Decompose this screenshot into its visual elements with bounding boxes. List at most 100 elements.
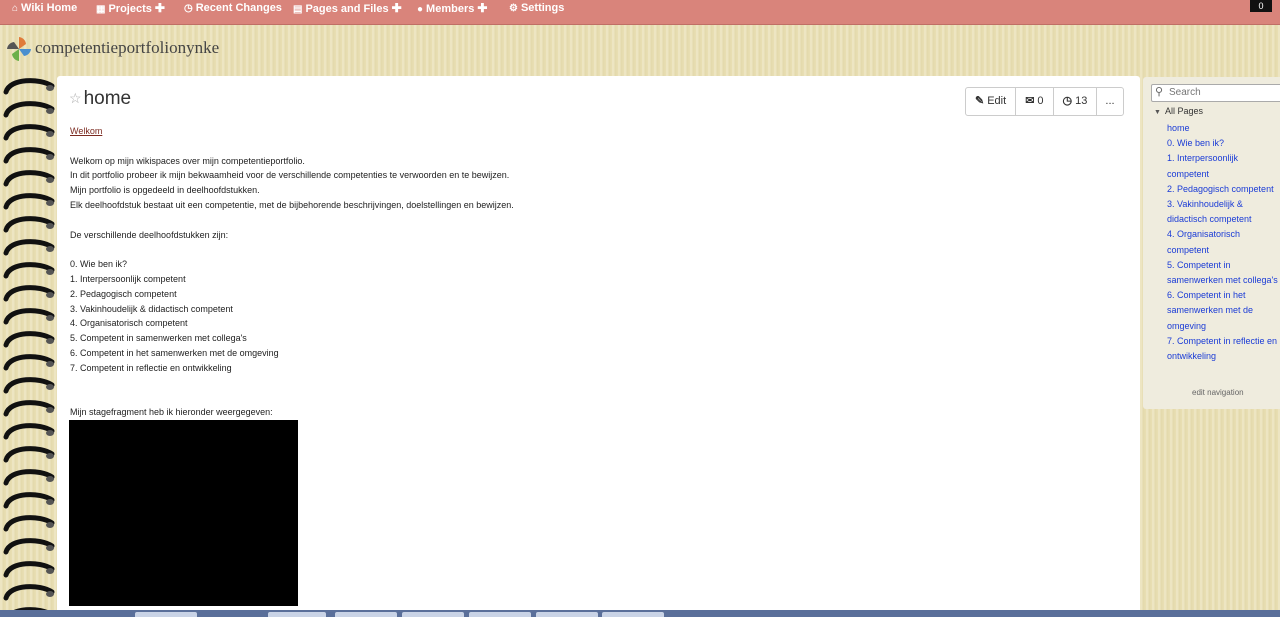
edit-label: Edit [987, 95, 1007, 107]
main-page: ☆ home ✎ Edit ✉ 0 ◷ 13 ... Welkom Welkom op … [57, 76, 1140, 617]
spiral-hole [46, 292, 54, 298]
chapter-item: 2. Pedagogisch competent [70, 288, 177, 299]
triangle-down-icon: ▼ [1154, 109, 1161, 116]
spiral-hole [46, 315, 54, 321]
page-content: Welkom Welkom op mijn wikispaces over mi… [70, 124, 1120, 420]
chapter-item: 1. Interpersoonlijk competent [70, 273, 186, 284]
search-box: ⚲ [1151, 84, 1280, 102]
sidebar-item-vakinhoudelijk[interactable]: 3. Vakinhoudelijk & didactisch competent [1167, 197, 1280, 227]
spiral-hole [46, 223, 54, 229]
spiral-ring [3, 492, 55, 509]
nav-label: Settings [520, 2, 565, 14]
page-title: ☆ home [69, 88, 131, 110]
spiral-hole [46, 499, 54, 505]
spiral-ring [3, 101, 55, 118]
spiral-hole [46, 430, 54, 436]
spiral-hole [46, 545, 54, 551]
taskbar-button[interactable] [469, 612, 531, 617]
video-embed[interactable] [69, 420, 298, 606]
taskbar-button[interactable] [602, 612, 664, 617]
user-icon: ● [417, 4, 424, 15]
nav-recent-changes[interactable]: ◷ Recent Changes [184, 0, 282, 16]
spiral-ring [3, 584, 55, 601]
spiral-ring [3, 147, 55, 164]
history-button[interactable]: ◷ 13 [1054, 88, 1098, 115]
chapter-item: 5. Competent in samenwerken met collega'… [70, 333, 247, 344]
nav-settings[interactable]: ⚙ Settings [509, 0, 564, 16]
spiral-ring [3, 193, 55, 210]
nav-projects[interactable]: ▦ Projects ✚ [96, 0, 165, 16]
search-icon: ⚲ [1155, 86, 1164, 98]
spiral-hole [46, 177, 54, 183]
nav-label: Recent Changes [195, 2, 282, 14]
edit-button[interactable]: ✎ Edit [966, 88, 1017, 115]
spiral-ring [3, 308, 55, 325]
welkom-link[interactable]: Welkom [70, 126, 102, 136]
spiral-hole [46, 568, 54, 574]
pencil-icon: ✎ [975, 95, 985, 107]
site-title[interactable]: competentieportfolionynke [35, 38, 219, 58]
taskbar-button[interactable] [268, 612, 326, 617]
taskbar-button[interactable] [402, 612, 464, 617]
spiral-ring [3, 262, 55, 279]
spiral-hole [46, 522, 54, 528]
spiral-hole [46, 246, 54, 252]
chapter-item: 4. Organisatorisch competent [70, 318, 188, 329]
spiral-hole [46, 108, 54, 114]
nav-wiki-home[interactable]: ⌂ Wiki Home [12, 0, 77, 16]
intro-line: In dit portfolio probeer ik mijn bekwaam… [70, 170, 510, 181]
spiral-ring [3, 538, 55, 555]
sidebar-item-organisatorisch[interactable]: 4. Organisatorisch competent [1167, 227, 1280, 257]
nav-pages-and-files[interactable]: ▤ Pages and Files ✚ [293, 0, 402, 16]
spiral-ring [3, 285, 55, 302]
sidebar-item-home[interactable]: home [1167, 121, 1280, 136]
more-button[interactable]: ... [1097, 88, 1122, 115]
chapter-item: 0. Wie ben ik? [70, 259, 128, 270]
spiral-hole [46, 269, 54, 275]
site-header: competentieportfolionynke [0, 25, 1280, 75]
spiral-ring [3, 446, 55, 463]
spiral-hole [46, 131, 54, 137]
taskbar-button[interactable] [536, 612, 598, 617]
sidebar-item-reflectie[interactable]: 7. Competent in reflectie en ontwikkelin… [1167, 334, 1280, 364]
star-icon[interactable]: ☆ [69, 90, 82, 106]
sidebar-item-pedagogisch[interactable]: 2. Pedagogisch competent [1167, 182, 1280, 197]
sidebar-item-wie-ben-ik[interactable]: 0. Wie ben ik? [1167, 136, 1280, 151]
nav-label: Pages and Files [305, 3, 389, 15]
spiral-ring [3, 469, 55, 486]
clock-icon: ◷ [1062, 95, 1073, 107]
clock-icon: ◷ [184, 3, 193, 14]
sidebar-item-samenwerken-omgeving[interactable]: 6. Competent in het samenwerken met de o… [1167, 288, 1280, 334]
page-tree: home 0. Wie ben ik? 1. Interpersoonlijk … [1167, 121, 1280, 364]
sidebar-item-interpersoonlijk[interactable]: 1. Interpersoonlijk competent [1167, 151, 1280, 181]
taskbar-button[interactable] [135, 612, 197, 617]
edit-navigation-link[interactable]: edit navigation [1192, 388, 1244, 397]
comments-button[interactable]: ✉ 0 [1016, 88, 1054, 115]
nav-label: Members [426, 3, 475, 15]
spiral-hole [46, 200, 54, 206]
sitemap-icon: ▦ [96, 4, 106, 15]
all-pages-toggle[interactable]: ▼ All Pages [1154, 106, 1203, 116]
nav-label: Wiki Home [21, 2, 78, 14]
page-title-text: home [83, 88, 132, 109]
sidebar-item-samenwerken-collegas[interactable]: 5. Competent in samenwerken met collega'… [1167, 258, 1280, 288]
spiral-hole [46, 476, 54, 482]
pinwheel-logo[interactable] [6, 36, 32, 62]
spiral-ring [3, 515, 55, 532]
spiral-hole [46, 407, 54, 413]
plus-icon[interactable]: ✚ [392, 1, 402, 15]
taskbar-button[interactable] [335, 612, 397, 617]
spiral-ring [3, 377, 55, 394]
spiral-ring [3, 239, 55, 256]
intro-line: Welkom op mijn wikispaces over mijn comp… [70, 155, 305, 166]
spiral-ring [3, 331, 55, 348]
spiral-hole [46, 338, 54, 344]
search-input[interactable] [1169, 86, 1279, 98]
taskbar [0, 610, 1280, 617]
chapter-item: 7. Competent in reflectie en ontwikkelin… [70, 362, 232, 373]
plus-icon[interactable]: ✚ [477, 1, 487, 15]
user-badge[interactable]: 0 [1250, 0, 1272, 12]
nav-members[interactable]: ● Members ✚ [417, 0, 487, 16]
gear-icon: ⚙ [509, 3, 518, 14]
plus-icon[interactable]: ✚ [155, 1, 165, 15]
